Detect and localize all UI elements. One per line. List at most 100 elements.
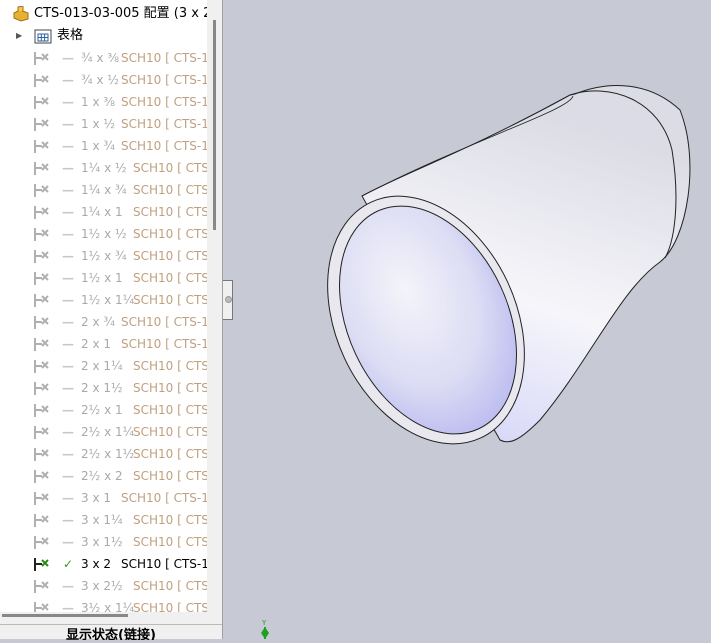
configuration-icon xyxy=(34,470,49,483)
config-item[interactable]: — 3 x 1 SCH10 [ CTS-1 xyxy=(0,487,207,509)
config-schedule: SCH10 [ CTS-1 xyxy=(133,535,207,549)
expand-arrow-icon[interactable]: ▶ xyxy=(16,25,22,47)
config-size: 2½ x 1¼ xyxy=(81,425,135,439)
config-item[interactable]: — ¾ x ½ SCH10 [ CTS-1 xyxy=(0,69,207,91)
config-item[interactable]: — 1¼ x ½ SCH10 [ CTS-1 xyxy=(0,157,207,179)
config-item[interactable]: — 3 x 1¼ SCH10 [ CTS-1 xyxy=(0,509,207,531)
config-schedule: SCH10 [ CTS-1 xyxy=(133,227,207,241)
inactive-dash-icon: — xyxy=(62,513,74,527)
config-schedule: SCH10 [ CTS-1 xyxy=(133,293,207,307)
config-item[interactable]: — 2 x 1½ SCH10 [ CTS-1 xyxy=(0,377,207,399)
config-item[interactable]: — 1 x ¾ SCH10 [ CTS-1 xyxy=(0,135,207,157)
configuration-icon xyxy=(34,294,49,307)
configuration-icon xyxy=(34,316,49,329)
config-size: 2½ x 2 xyxy=(81,469,123,483)
configuration-icon xyxy=(34,426,49,439)
active-check-icon: ✓ xyxy=(62,557,74,571)
inactive-dash-icon: — xyxy=(62,491,74,505)
configuration-icon xyxy=(34,382,49,395)
table-folder[interactable]: ▶ 表格 xyxy=(0,25,207,47)
configuration-tree: CTS-013-03-005 配置 (3 x 2 ▶ 表格 — ¾ x ⅜ SCH1… xyxy=(0,0,207,612)
config-item[interactable]: — 2 x ¾ SCH10 [ CTS-1 xyxy=(0,311,207,333)
config-item[interactable]: — 1¼ x ¾ SCH10 [ CTS-1 xyxy=(0,179,207,201)
config-item[interactable]: — 1¼ x 1 SCH10 [ CTS-1 xyxy=(0,201,207,223)
inactive-dash-icon: — xyxy=(62,337,74,351)
config-item[interactable]: — 2½ x 1 SCH10 [ CTS-1 xyxy=(0,399,207,421)
reducer-model: Y xyxy=(261,85,691,639)
horizontal-scrollbar[interactable] xyxy=(2,614,128,617)
configuration-icon xyxy=(34,118,49,131)
configuration-icon xyxy=(34,74,49,87)
config-size: 1 x ½ xyxy=(81,117,115,131)
config-item[interactable]: — 3½ x 1¼SCH10 [ CTS-1 xyxy=(0,597,207,612)
config-size: 1 x ⅜ xyxy=(81,95,115,109)
config-size: ¾ x ⅜ xyxy=(81,51,119,65)
config-item[interactable]: — 1½ x ½ SCH10 [ CTS-1 xyxy=(0,223,207,245)
config-item[interactable]: — 2½ x 2 SCH10 [ CTS-1 xyxy=(0,465,207,487)
config-item[interactable]: — 1½ x 1¼SCH10 [ CTS-1 xyxy=(0,289,207,311)
config-schedule: SCH10 [ CTS-1 xyxy=(121,139,207,153)
config-item[interactable]: — 2½ x 1¼SCH10 [ CTS-1 xyxy=(0,421,207,443)
config-item[interactable]: — 2 x 1 SCH10 [ CTS-1 xyxy=(0,333,207,355)
inactive-dash-icon: — xyxy=(62,535,74,549)
configuration-icon xyxy=(34,404,49,417)
config-item[interactable]: — 1½ x ¾ SCH10 [ CTS-1 xyxy=(0,245,207,267)
config-schedule: SCH10 [ CTS-1 xyxy=(133,513,207,527)
config-size: 2 x 1½ xyxy=(81,381,123,395)
configuration-icon xyxy=(34,360,49,373)
config-item[interactable]: — 2½ x 1½SCH10 [ CTS-1 xyxy=(0,443,207,465)
vertical-scrollbar[interactable] xyxy=(213,20,216,230)
config-size: 1¼ x 1 xyxy=(81,205,123,219)
config-item[interactable]: — 3 x 1½ SCH10 [ CTS-1 xyxy=(0,531,207,553)
config-size: 3 x 1¼ xyxy=(81,513,123,527)
config-size: 1½ x 1 xyxy=(81,271,123,285)
config-schedule: SCH10 [ CTS-1 xyxy=(133,249,207,263)
config-schedule: SCH10 [ CTS-1 xyxy=(133,403,207,417)
configuration-icon xyxy=(34,52,49,65)
configuration-icon xyxy=(34,250,49,263)
config-size: 2½ x 1½ xyxy=(81,447,135,461)
view-triad: Y xyxy=(261,619,269,639)
config-size: 3½ x 1¼ xyxy=(81,601,135,612)
config-schedule: SCH10 [ CTS-1 xyxy=(121,315,207,329)
configuration-icon xyxy=(34,514,49,527)
config-item[interactable]: — 1 x ⅜ SCH10 [ CTS-1 xyxy=(0,91,207,113)
inactive-dash-icon: — xyxy=(62,447,74,461)
config-size: 2 x 1¼ xyxy=(81,359,123,373)
graphics-viewport[interactable]: Y xyxy=(233,0,711,639)
config-item[interactable]: — ¾ x ⅜ SCH10 [ CTS-1 xyxy=(0,47,207,69)
configuration-icon xyxy=(34,580,49,593)
inactive-dash-icon: — xyxy=(62,293,74,307)
config-item[interactable]: — 1 x ½ SCH10 [ CTS-1 xyxy=(0,113,207,135)
config-item[interactable]: — 3 x 2½ SCH10 [ CTS-1 xyxy=(0,575,207,597)
inactive-dash-icon: — xyxy=(62,381,74,395)
configuration-icon xyxy=(34,558,49,571)
configuration-icon xyxy=(34,206,49,219)
inactive-dash-icon: — xyxy=(62,139,74,153)
config-item[interactable]: — 1½ x 1 SCH10 [ CTS-1 xyxy=(0,267,207,289)
panel-splitter-handle[interactable] xyxy=(223,280,233,320)
config-item[interactable]: — 2 x 1¼ SCH10 [ CTS-1 xyxy=(0,355,207,377)
inactive-dash-icon: — xyxy=(62,249,74,263)
root-label: CTS-013-03-005 配置 (3 x 2 xyxy=(34,6,207,21)
config-schedule: SCH10 [ CTS-1 xyxy=(121,557,207,571)
tree-root[interactable]: CTS-013-03-005 配置 (3 x 2 xyxy=(0,3,207,25)
config-schedule: SCH10 [ CTS-1 xyxy=(133,425,207,439)
configuration-icon xyxy=(34,536,49,549)
configuration-icon xyxy=(34,96,49,109)
inactive-dash-icon: — xyxy=(62,469,74,483)
config-schedule: SCH10 [ CTS-1 xyxy=(133,161,207,175)
configuration-icon xyxy=(34,228,49,241)
config-size: 1½ x ½ xyxy=(81,227,127,241)
config-schedule: SCH10 [ CTS-1 xyxy=(133,271,207,285)
config-schedule: SCH10 [ CTS-1 xyxy=(133,359,207,373)
inactive-dash-icon: — xyxy=(62,601,74,612)
configuration-icon xyxy=(34,272,49,285)
config-schedule: SCH10 [ CTS-1 xyxy=(133,183,207,197)
inactive-dash-icon: — xyxy=(62,205,74,219)
configuration-icon xyxy=(34,448,49,461)
inactive-dash-icon: — xyxy=(62,271,74,285)
config-item[interactable]: ✓ 3 x 2 SCH10 [ CTS-1 xyxy=(0,553,207,575)
inactive-dash-icon: — xyxy=(62,73,74,87)
display-state-tab[interactable]: 显示状态(链接) xyxy=(0,624,222,640)
